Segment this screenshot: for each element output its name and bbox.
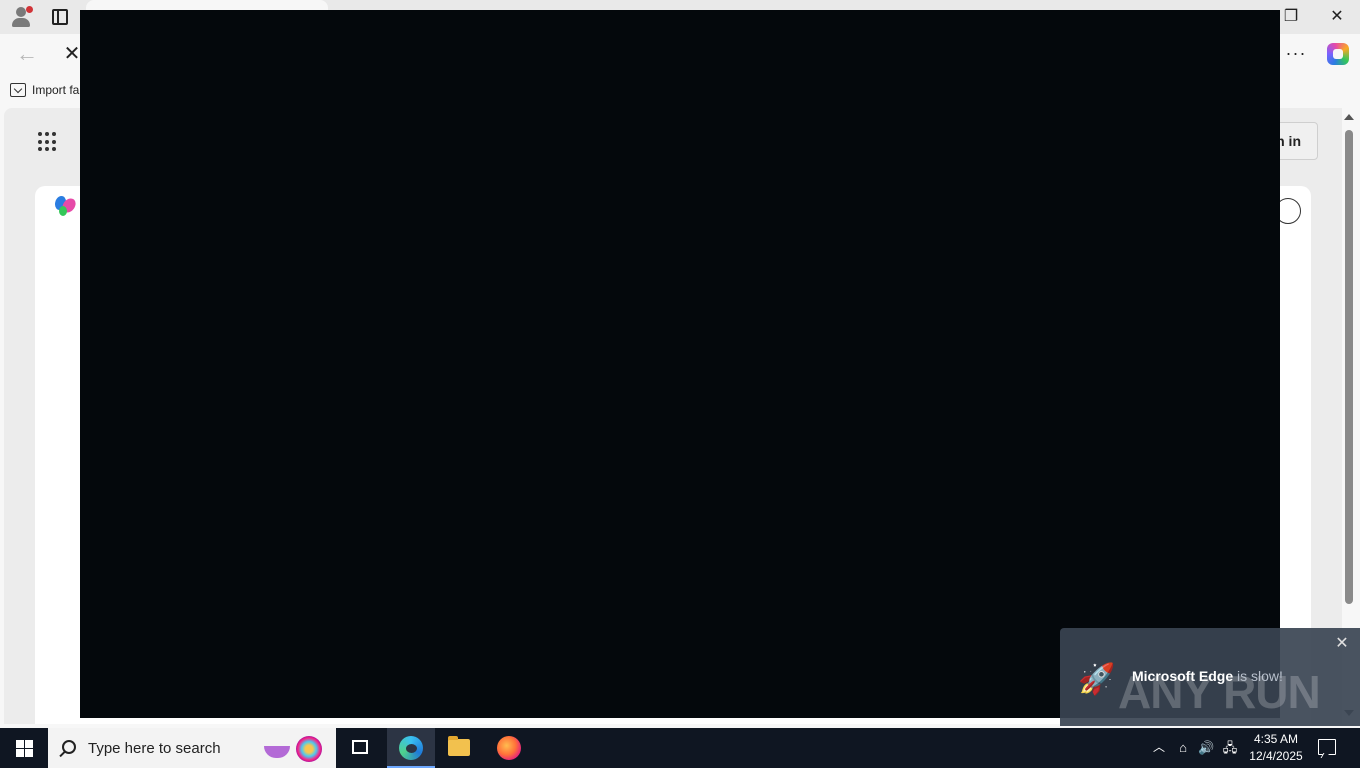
- firefox-icon: [497, 736, 521, 760]
- import-favorites-button[interactable]: Import fa: [10, 80, 79, 100]
- scroll-up-icon[interactable]: [1344, 114, 1354, 120]
- clock-time: 4:35 AM: [1253, 732, 1299, 746]
- network-icon[interactable]: 🖧: [1222, 740, 1238, 756]
- taskbar: Type here to search ︿ ⌂ 🔊 🖧 4:35 AM 12/4…: [0, 728, 1360, 768]
- search-icon: [62, 740, 76, 754]
- system-clock[interactable]: 4:35 AM 12/4/2025: [1246, 731, 1306, 765]
- copilot-icon[interactable]: [1327, 43, 1349, 65]
- rocket-icon: 🚀: [1078, 663, 1116, 696]
- tab-actions-icon[interactable]: [52, 9, 68, 25]
- profile-icon[interactable]: [10, 6, 33, 28]
- brand-logo-icon: [55, 196, 78, 218]
- task-view-icon: [352, 740, 368, 754]
- black-overlay-window[interactable]: [80, 10, 1280, 718]
- taskbar-firefox-button[interactable]: [485, 728, 533, 768]
- taskbar-search-box[interactable]: Type here to search: [48, 728, 336, 768]
- search-placeholder: Type here to search: [88, 740, 221, 757]
- close-icon[interactable]: ✕: [1334, 636, 1350, 652]
- search-highlight-icon: [262, 734, 326, 762]
- scroll-thumb[interactable]: [1345, 130, 1353, 604]
- import-favorites-label: Import fa: [32, 83, 80, 97]
- restore-icon[interactable]: ❐: [1280, 6, 1302, 28]
- start-button[interactable]: [0, 728, 48, 768]
- toast-message-text: is slow!: [1233, 668, 1283, 684]
- close-window-icon[interactable]: ✕: [1326, 6, 1348, 28]
- taskbar-edge-button[interactable]: [387, 728, 435, 768]
- clock-date: 12/4/2025: [1249, 749, 1303, 763]
- notification-center-icon[interactable]: [1318, 739, 1336, 755]
- show-hidden-icons-chevron-icon[interactable]: ︿: [1152, 740, 1166, 754]
- app-launcher-icon[interactable]: [38, 132, 58, 152]
- toast-app-name: Microsoft Edge: [1132, 668, 1234, 684]
- volume-icon[interactable]: 🔊: [1198, 740, 1214, 756]
- more-options-icon[interactable]: ···: [1284, 42, 1308, 66]
- import-icon: [10, 83, 26, 97]
- notification-toast[interactable]: ✕ 🚀 ANY RUN Microsoft Edge is slow!: [1060, 628, 1360, 726]
- folder-icon: [448, 736, 470, 756]
- toast-message: Microsoft Edge is slow!: [1132, 668, 1283, 684]
- meet-now-icon[interactable]: ⌂: [1175, 740, 1191, 756]
- task-view-button[interactable]: [336, 728, 384, 768]
- back-arrow-icon[interactable]: ←: [16, 42, 40, 66]
- edge-icon: [399, 736, 423, 760]
- taskbar-file-explorer-button[interactable]: [436, 728, 484, 768]
